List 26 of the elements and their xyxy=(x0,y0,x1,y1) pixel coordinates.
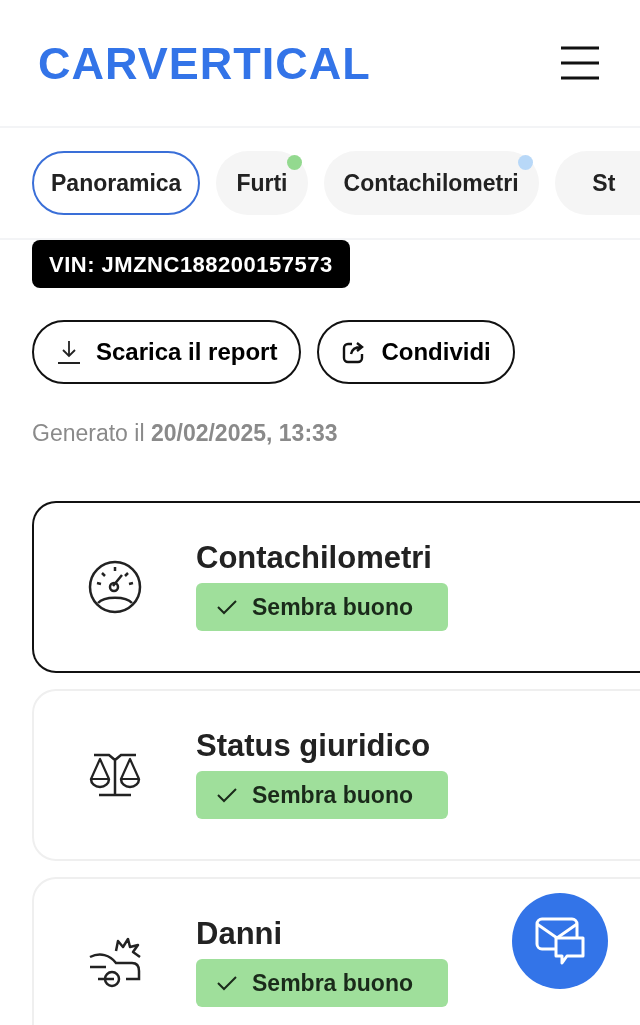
card-title: Danni xyxy=(196,918,284,949)
car-crash-icon xyxy=(88,936,142,989)
check-icon xyxy=(216,598,238,616)
card-title: Contachilometri xyxy=(196,542,433,573)
tab[interactable]: St xyxy=(554,151,640,215)
tab[interactable]: Furti xyxy=(216,151,308,215)
status-badge: Sembra buono xyxy=(196,959,448,1007)
download-button[interactable]: Scarica il report xyxy=(32,320,302,384)
chat-icon xyxy=(534,916,586,966)
report-card[interactable]: Danni Sembra buono xyxy=(32,876,640,1025)
card-title: Status giuridico xyxy=(196,730,432,761)
generated-date: Generato il 20/02/2025, 13:33 xyxy=(32,419,339,448)
vin-badge: VIN: JMZNC188200157573 xyxy=(32,240,350,288)
tab[interactable]: Contachilometri xyxy=(323,151,539,215)
download-icon xyxy=(56,339,82,365)
check-icon xyxy=(216,786,238,804)
speedometer-icon xyxy=(88,559,142,614)
logo[interactable]: CARVERTICAL xyxy=(38,40,371,86)
report-card[interactable]: Status giuridico Sembra buono xyxy=(32,688,640,861)
report-card[interactable]: Contachilometri Sembra buono xyxy=(32,500,640,673)
menu-icon[interactable] xyxy=(560,46,600,80)
check-icon xyxy=(216,974,238,992)
share-button[interactable]: Condividi xyxy=(317,320,515,384)
status-badge: Sembra buono xyxy=(196,771,448,819)
status-badge: Sembra buono xyxy=(196,583,448,631)
tab[interactable]: Panoramica xyxy=(32,151,201,215)
